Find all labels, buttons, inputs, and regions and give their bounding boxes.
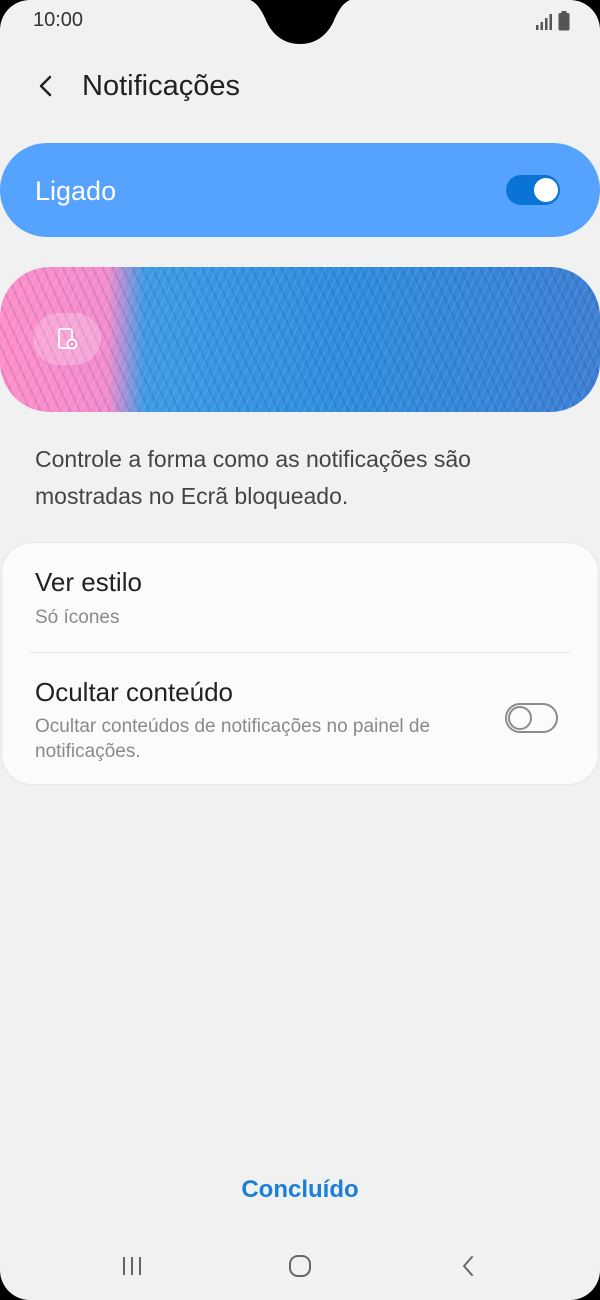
view-style-value: Só ícones <box>35 607 120 628</box>
settings-card: Ver estilo Só ícones Ocultar conteúdo Oc… <box>2 543 598 784</box>
status-icons <box>535 11 570 31</box>
recent-apps-button[interactable] <box>112 1250 152 1282</box>
lock-screen-settings-button[interactable] <box>33 313 101 365</box>
done-button[interactable]: Concluído <box>200 1176 400 1216</box>
lock-screen-settings-icon <box>58 328 78 350</box>
status-time: 10:00 <box>33 9 84 31</box>
battery-icon <box>558 11 570 31</box>
signal-icon <box>536 14 552 30</box>
hide-content-title: Ocultar conteúdo <box>35 677 234 707</box>
status-bar: 10:00 <box>0 0 600 44</box>
home-button[interactable] <box>280 1250 320 1282</box>
master-toggle-switch[interactable] <box>506 175 560 205</box>
description-text: Controle a forma como as notificações sã… <box>35 446 471 509</box>
master-toggle-label: Ligado <box>35 176 117 206</box>
home-icon <box>289 1255 311 1277</box>
switch-knob <box>534 178 558 202</box>
view-style-title: Ver estilo <box>35 567 142 597</box>
view-style-row[interactable]: Ver estilo Só ícones <box>2 543 598 652</box>
switch-knob <box>508 706 532 730</box>
hide-content-subtitle: Ocultar conteúdos de notificações no pai… <box>35 716 431 762</box>
nav-back-button[interactable] <box>448 1250 488 1282</box>
camera-notch <box>250 0 350 44</box>
header: Notificações <box>0 60 600 116</box>
recent-apps-icon <box>123 1257 141 1275</box>
page-title: Notificações <box>82 70 240 102</box>
phone-screen: 10:00 Notificações Ligado Controle a for… <box>0 0 600 1300</box>
navigation-bar <box>0 1240 600 1290</box>
back-icon <box>463 1256 473 1276</box>
chevron-left-icon <box>39 75 52 97</box>
lock-screen-preview <box>0 267 600 412</box>
hide-content-switch[interactable] <box>505 703 558 733</box>
back-button[interactable] <box>30 70 62 102</box>
master-toggle-card[interactable]: Ligado <box>0 143 600 237</box>
